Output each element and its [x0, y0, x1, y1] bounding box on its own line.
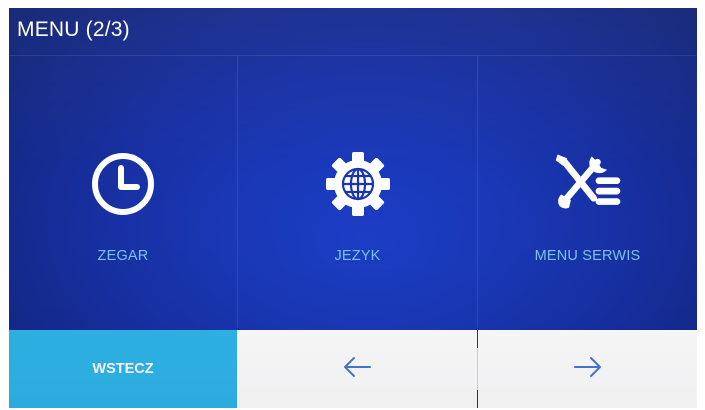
prev-page-button[interactable] — [237, 330, 477, 408]
arrow-left-icon — [342, 356, 372, 383]
menu-item-service[interactable]: MENU SERWIS — [478, 56, 697, 328]
language-globe-gear-icon — [320, 146, 396, 222]
menu-item-label: JEZYK — [334, 248, 381, 264]
menu-item-label: ZEGAR — [97, 248, 149, 264]
arrow-right-icon — [573, 356, 603, 383]
menu-screen: MENU (2/3) ZEGAR JEZYK MENU SERWIS WSTEC… — [9, 8, 697, 408]
menu-item-language[interactable]: JEZYK — [238, 56, 477, 328]
clock-icon — [85, 146, 161, 222]
page-title: MENU (2/3) — [17, 18, 130, 41]
back-button[interactable]: WSTECZ — [9, 330, 237, 408]
service-tools-icon — [550, 146, 626, 222]
menu-item-clock[interactable]: ZEGAR — [9, 56, 237, 328]
menu-item-label: MENU SERWIS — [534, 248, 641, 264]
bottom-bar: WSTECZ — [9, 330, 697, 408]
next-page-button[interactable] — [478, 330, 697, 408]
